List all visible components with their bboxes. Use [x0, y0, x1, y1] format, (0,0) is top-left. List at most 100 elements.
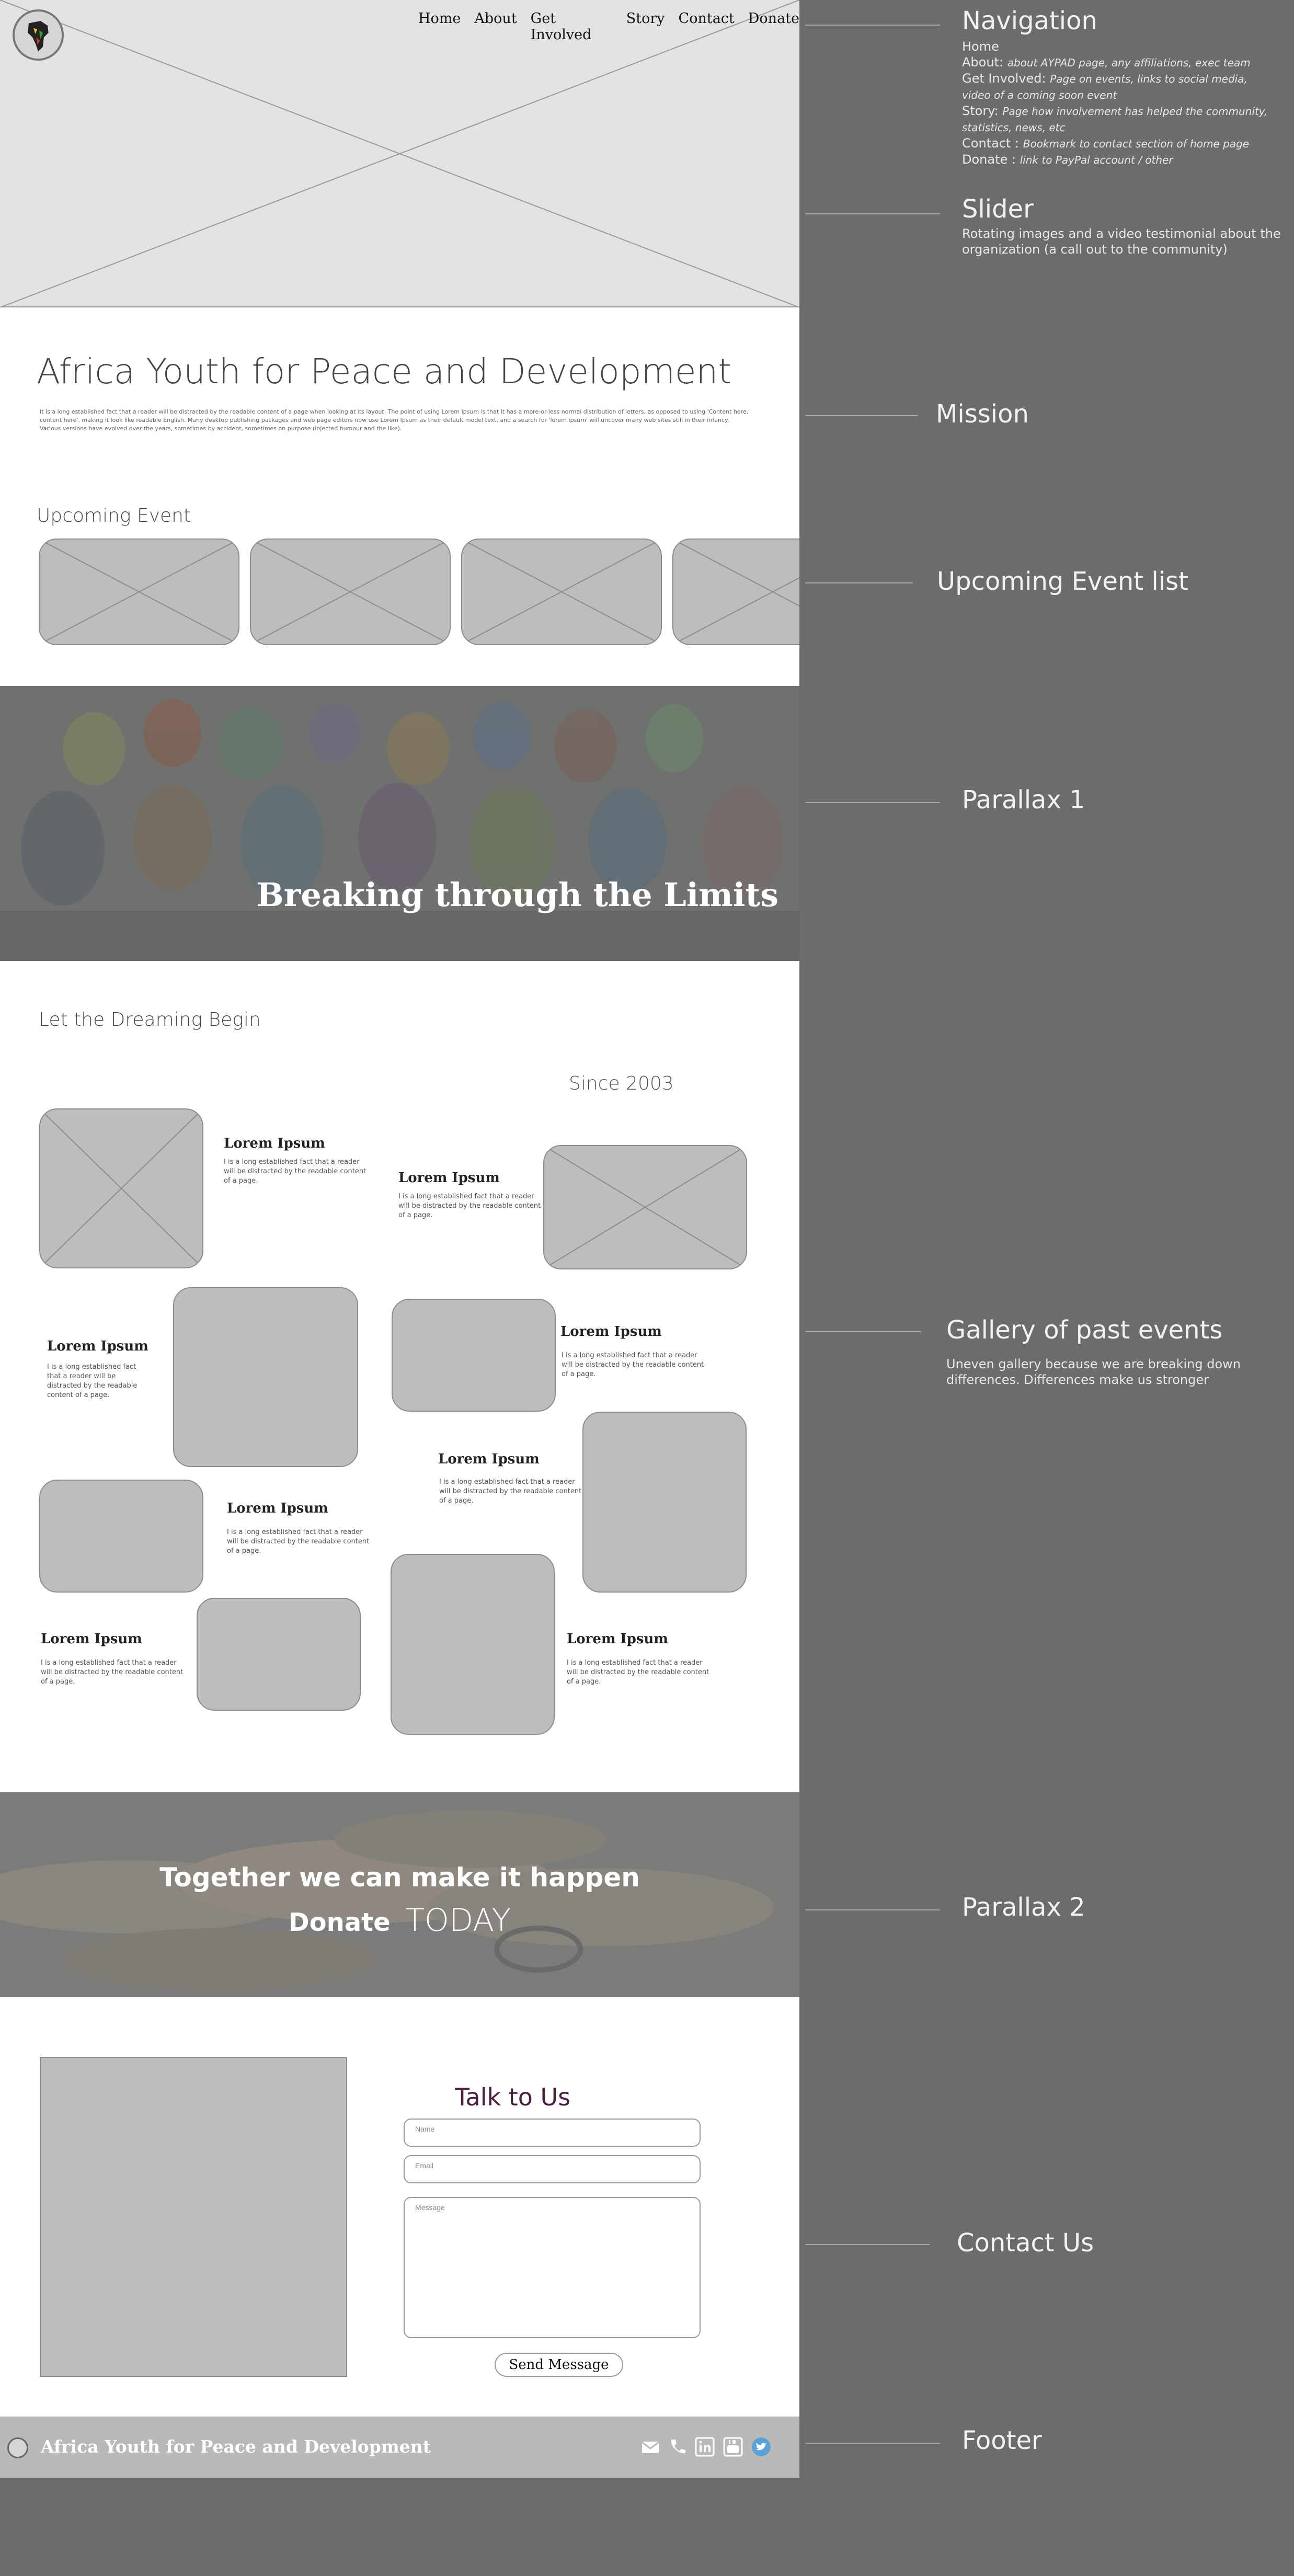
- image-placeholder-icon: [462, 540, 661, 644]
- annotation-navigation-list: Home About: about AYPAD page, any affili…: [962, 39, 1276, 168]
- gallery-item-title: Lorem Ipsum: [227, 1501, 328, 1516]
- send-message-button[interactable]: Send Message: [495, 2353, 623, 2377]
- gallery-image[interactable]: [543, 1145, 747, 1269]
- annotation-label: Donate :: [962, 152, 1016, 167]
- phone-icon[interactable]: [668, 2437, 687, 2456]
- nav-story[interactable]: Story: [626, 10, 665, 31]
- image-placeholder-icon: [251, 540, 450, 644]
- hero-slider[interactable]: Home About Get Involved Story Contact Do…: [0, 0, 799, 307]
- annotation-connector: [805, 582, 913, 583]
- annotation-contact-title: Contact Us: [957, 2228, 1094, 2258]
- gallery-item-text: I is a long established fact that a read…: [227, 1528, 370, 1555]
- annotation-label: Story:: [962, 104, 999, 118]
- gallery-item-text: I is a long established fact that a read…: [562, 1352, 704, 1378]
- image-placeholder-icon: [673, 540, 799, 644]
- nav-about[interactable]: About: [474, 10, 517, 31]
- gallery-item-text: I is a long established fact that a read…: [439, 1478, 582, 1505]
- annotation-note: link to PayPal account / other: [1020, 154, 1173, 166]
- linkedin-icon[interactable]: [694, 2436, 715, 2457]
- parallax-2-headline: Together we can make it happen: [159, 1862, 640, 1893]
- contact-image: [40, 2057, 347, 2377]
- annotation-slider-title: Slider: [962, 194, 1034, 224]
- gallery-item-text: I is a long established fact that a read…: [398, 1193, 541, 1219]
- nav-contact[interactable]: Contact: [679, 10, 735, 31]
- africa-map-icon: [28, 21, 49, 52]
- wireframe-page: Home About Get Involved Story Contact Do…: [0, 0, 799, 2478]
- annotation-label: Contact :: [962, 136, 1020, 151]
- gallery-image[interactable]: [173, 1287, 358, 1467]
- nav-donate[interactable]: Donate: [748, 10, 799, 31]
- annotation-parallax-2-title: Parallax 2: [962, 1893, 1085, 1922]
- gallery-item-title: Lorem Ipsum: [224, 1136, 325, 1151]
- annotation-gallery-text: Uneven gallery because we are breaking d…: [946, 1357, 1241, 1387]
- parallax-2-photo: [0, 1792, 799, 1997]
- upcoming-event-heading: Upcoming Event: [37, 505, 191, 526]
- main-navigation: Home About Get Involved Story Contact Do…: [418, 10, 799, 43]
- gallery-heading: Let the Dreaming Begin: [39, 1009, 261, 1031]
- annotation-slider-text: Rotating images and a video testimonial …: [962, 226, 1281, 257]
- image-placeholder-icon: [40, 540, 238, 644]
- annotation-connector: [805, 213, 940, 214]
- nav-home[interactable]: Home: [418, 10, 461, 31]
- gallery-item-title: Lorem Ipsum: [567, 1631, 668, 1647]
- annotation-note: about AYPAD page, any affiliations, exec…: [1007, 56, 1251, 69]
- annotation-note: Page how involvement has helped the comm…: [962, 105, 1268, 134]
- event-card[interactable]: [250, 539, 451, 645]
- gallery-item-text: I is a long established fact that a read…: [567, 1659, 709, 1686]
- social-icons: [641, 2434, 777, 2460]
- parallax-1-photo: [0, 686, 799, 961]
- annotation-label: About:: [962, 55, 1004, 70]
- gallery-image[interactable]: [197, 1598, 361, 1711]
- gallery-image[interactable]: [582, 1412, 747, 1593]
- mission-title: Africa Youth for Peace and Development: [37, 351, 732, 392]
- annotation-connector: [805, 2244, 930, 2245]
- annotation-connector: [805, 2443, 940, 2444]
- event-card[interactable]: [39, 539, 239, 645]
- annotation-gallery-title: Gallery of past events: [946, 1315, 1223, 1345]
- image-placeholder-icon: [40, 1109, 202, 1267]
- footer: Africa Youth for Peace and Development: [0, 2417, 799, 2478]
- annotation-navigation-title: Navigation: [962, 6, 1097, 36]
- parallax-2: Together we can make it happen Donate TO…: [0, 1792, 799, 1997]
- gallery-item-text: I is a long established fact that a read…: [47, 1363, 138, 1399]
- event-card[interactable]: [672, 539, 799, 645]
- donate-today: TODAY: [405, 1902, 511, 1939]
- gallery-since: Since 2003: [569, 1073, 674, 1094]
- footer-logo[interactable]: [7, 2437, 28, 2458]
- gallery-item-title: Lorem Ipsum: [398, 1170, 500, 1186]
- gallery-item-title: Lorem Ipsum: [47, 1338, 148, 1354]
- donate-callout: Donate TODAY: [0, 1902, 799, 1939]
- annotation-connector: [805, 25, 940, 26]
- gallery-item-title: Lorem Ipsum: [438, 1451, 540, 1467]
- gallery-image[interactable]: [39, 1108, 203, 1268]
- gallery-image[interactable]: [392, 1299, 556, 1412]
- twitter-icon[interactable]: [751, 2436, 772, 2457]
- message-field[interactable]: Message: [404, 2197, 701, 2338]
- event-card[interactable]: [461, 539, 662, 645]
- annotation-label: Home: [962, 39, 999, 54]
- name-field[interactable]: Name: [404, 2119, 701, 2147]
- annotation-event-list-title: Upcoming Event list: [937, 567, 1188, 596]
- event-list: [0, 536, 799, 646]
- slider-placeholder-cross: [0, 0, 799, 307]
- gallery-image[interactable]: [39, 1480, 203, 1593]
- mail-icon[interactable]: [641, 2437, 660, 2456]
- gallery-item-title: Lorem Ipsum: [560, 1324, 662, 1339]
- image-placeholder-icon: [544, 1146, 746, 1268]
- nav-get-involved[interactable]: Get Involved: [531, 10, 613, 43]
- youtube-icon[interactable]: [723, 2436, 743, 2457]
- footer-title: Africa Youth for Peace and Development: [41, 2436, 431, 2457]
- parallax-1-tagline: Breaking through the Limits: [256, 876, 778, 914]
- annotation-parallax-1-title: Parallax 1: [962, 785, 1085, 815]
- gallery-image[interactable]: [391, 1554, 555, 1735]
- parallax-1: Breaking through the Limits: [0, 686, 799, 961]
- annotation-label: Get Involved:: [962, 71, 1046, 86]
- mission-body: It is a long established fact that a rea…: [40, 408, 749, 432]
- email-field[interactable]: Email: [404, 2155, 701, 2183]
- donate-link[interactable]: Donate: [289, 1908, 391, 1937]
- logo[interactable]: [13, 9, 64, 61]
- gallery-item-text: I is a long established fact that a read…: [224, 1158, 367, 1185]
- gallery-item-title: Lorem Ipsum: [41, 1631, 142, 1647]
- annotation-connector: [805, 415, 918, 416]
- annotation-connector: [805, 1909, 940, 1910]
